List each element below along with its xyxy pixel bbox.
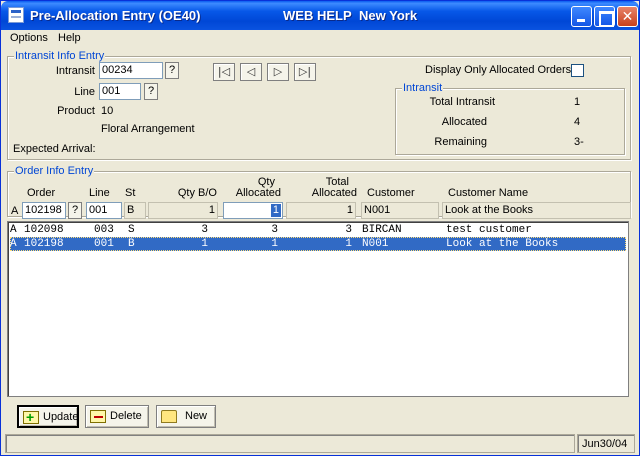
menu-options[interactable]: Options <box>10 32 48 44</box>
delete-icon <box>90 410 106 423</box>
order-input[interactable]: 102198 <box>22 202 66 219</box>
web-help-label: WEB HELP <box>283 8 352 23</box>
folder-icon <box>161 410 177 423</box>
header-total-allocated-2: Allocated <box>311 187 357 199</box>
intransit-summary-group-label: Intransit <box>402 82 444 94</box>
order-prefix: A <box>11 205 19 217</box>
cell-qty-allocated: 1 <box>271 238 278 250</box>
title-bar[interactable]: Pre-Allocation Entry (OE40) WEB HELP New… <box>1 1 639 30</box>
intransit-label: Intransit <box>55 65 95 77</box>
cell-st: B <box>128 238 135 250</box>
maximize-icon[interactable] <box>594 6 615 27</box>
allocated-value: 4 <box>574 116 581 128</box>
cell-line: 001 <box>94 238 114 250</box>
cell-line: 003 <box>94 224 114 236</box>
header-order: Order <box>27 187 56 199</box>
qty-allocated-input[interactable]: 1 <box>223 202 283 219</box>
allocated-label: Allocated <box>441 116 487 128</box>
cell-prefix: A <box>10 238 17 250</box>
cell-order: 102098 <box>24 224 64 236</box>
cell-qty-bo: 1 <box>201 238 208 250</box>
line-lookup-button[interactable]: ? <box>144 83 158 100</box>
table-row[interactable]: A 102098 003 S 3 3 3 BIRCAN test custome… <box>10 224 626 238</box>
line-label: Line <box>74 86 95 98</box>
allocation-grid[interactable]: A 102098 003 S 3 3 3 BIRCAN test custome… <box>7 221 629 397</box>
cell-qty-allocated: 3 <box>271 224 278 236</box>
display-only-allocated-label: Display Only Allocated Orders <box>425 64 572 76</box>
new-button-label: New <box>185 410 208 422</box>
close-icon[interactable]: ✕ <box>617 6 638 27</box>
header-qty-bo: Qty B/O <box>177 187 217 199</box>
main-window: Pre-Allocation Entry (OE40) WEB HELP New… <box>0 0 640 456</box>
order-line-input[interactable]: 001 <box>86 202 122 219</box>
minimize-icon[interactable] <box>571 6 592 27</box>
cell-customer-name: Look at the Books <box>446 238 559 250</box>
header-qty-allocated-2: Allocated <box>235 187 281 199</box>
last-record-icon[interactable]: ▷| <box>294 63 316 81</box>
cell-prefix: A <box>10 224 17 236</box>
product-value: 10 <box>101 105 114 117</box>
cell-total-allocated: 1 <box>345 238 352 250</box>
remaining-label: Remaining <box>434 136 487 148</box>
intransit-input[interactable]: 00234 <box>99 62 163 79</box>
product-description: Floral Arrangement <box>101 123 195 135</box>
total-intransit-label: Total Intransit <box>429 96 495 108</box>
previous-record-icon[interactable]: ◁ <box>240 63 262 81</box>
order-status-field: B <box>124 202 146 219</box>
new-button[interactable]: New <box>156 405 216 428</box>
expected-arrival-label: Expected Arrival: <box>13 143 96 155</box>
qty-bo-field: 1 <box>148 202 218 219</box>
cell-order: 102198 <box>24 238 64 250</box>
intransit-lookup-button[interactable]: ? <box>165 62 179 79</box>
update-icon <box>23 409 39 425</box>
menu-help[interactable]: Help <box>58 32 81 44</box>
delete-button[interactable]: Delete <box>85 405 149 428</box>
window-title: Pre-Allocation Entry (OE40) <box>30 8 201 23</box>
status-date: Jun30/04 <box>582 438 628 450</box>
order-lookup-button[interactable]: ? <box>68 202 82 219</box>
header-st: St <box>125 187 136 199</box>
menu-bar: Options Help <box>2 30 638 47</box>
first-record-icon[interactable]: |◁ <box>213 63 235 81</box>
line-input[interactable]: 001 <box>99 83 141 100</box>
table-row[interactable]: A 102198 001 B 1 1 1 N001 Look at the Bo… <box>10 237 626 251</box>
app-icon <box>8 7 24 23</box>
cell-st: S <box>128 224 135 236</box>
order-info-group-label: Order Info Entry <box>14 165 95 177</box>
delete-button-label: Delete <box>110 410 142 422</box>
product-label: Product <box>57 105 95 117</box>
header-line: Line <box>89 187 110 199</box>
display-only-allocated-checkbox[interactable] <box>571 64 584 77</box>
header-customer: Customer <box>367 187 415 199</box>
total-allocated-field: 1 <box>286 202 356 219</box>
customer-name-field: Look at the Books <box>442 202 631 219</box>
header-customer-name: Customer Name <box>448 187 529 199</box>
cell-customer: BIRCAN <box>362 224 402 236</box>
qty-allocated-value: 1 <box>270 204 281 217</box>
cell-customer: N001 <box>362 238 389 250</box>
update-button-label: Update <box>43 411 79 423</box>
status-bar-message <box>5 434 575 453</box>
location-label: New York <box>359 8 418 23</box>
total-intransit-value: 1 <box>574 96 581 108</box>
cell-total-allocated: 3 <box>345 224 352 236</box>
intransit-info-group-label: Intransit Info Entry <box>14 50 106 62</box>
update-button[interactable]: Update <box>17 405 79 428</box>
customer-field: N001 <box>361 202 439 219</box>
cell-qty-bo: 3 <box>201 224 208 236</box>
status-bar-date: Jun30/04 <box>577 434 635 453</box>
cell-customer-name: test customer <box>446 224 532 236</box>
remaining-value: 3- <box>574 136 584 148</box>
next-record-icon[interactable]: ▷ <box>267 63 289 81</box>
